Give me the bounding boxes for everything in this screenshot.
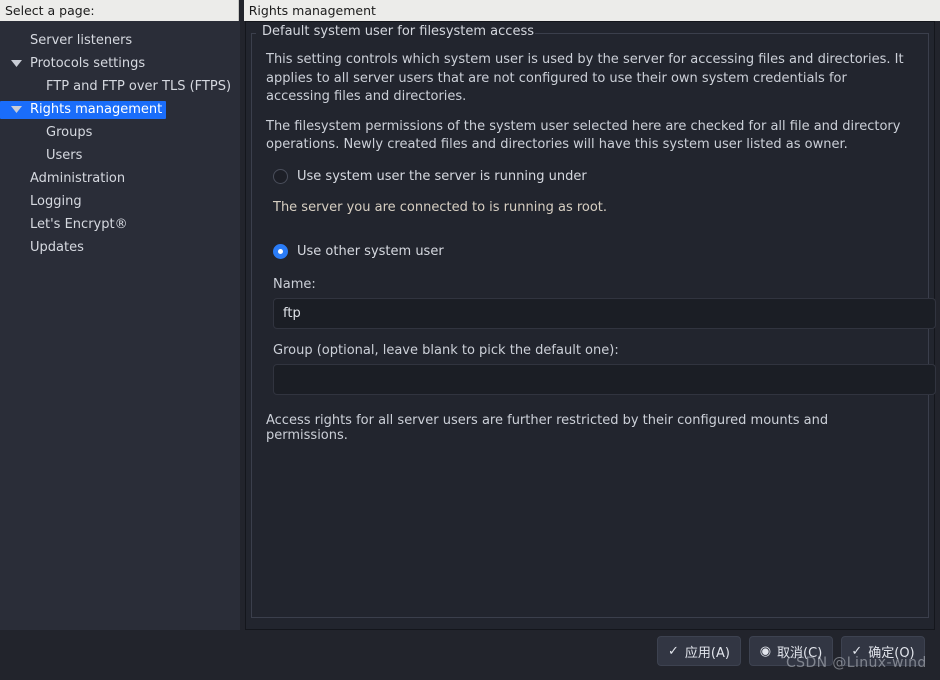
tree-item-protocols-settings[interactable]: Protocols settings xyxy=(0,52,240,75)
tree-item-ftp-and-ftps[interactable]: FTP and FTP over TLS (FTPS) xyxy=(0,75,240,98)
page-tree[interactable]: Server listeners Protocols settings FTP … xyxy=(0,21,240,630)
cancel-button[interactable]: ◉ 取消(C) xyxy=(749,636,833,666)
radio-use-running-user[interactable]: Use system user the server is running un… xyxy=(273,166,914,188)
tree-item-label: Rights management xyxy=(0,101,166,119)
settings-page: Default system user for filesystem acces… xyxy=(245,21,935,630)
apply-button-label: 应用(A) xyxy=(685,642,730,661)
tree-item-label: Let's Encrypt® xyxy=(0,216,132,234)
chevron-down-icon[interactable] xyxy=(9,98,23,121)
cancel-circle-icon: ◉ xyxy=(760,645,771,658)
default-system-user-groupbox: Default system user for filesystem acces… xyxy=(251,33,929,618)
name-input[interactable]: ftp xyxy=(273,298,936,329)
group-input[interactable] xyxy=(273,364,936,395)
group-field-label: Group (optional, leave blank to pick the… xyxy=(273,343,914,358)
radio-label: Use system user the server is running un… xyxy=(297,169,587,184)
root-warning-text: The server you are connected to is runni… xyxy=(273,200,914,215)
check-icon: ✓ xyxy=(668,645,679,658)
dialog-button-bar: ✓ 应用(A) ◉ 取消(C) ✓ 确定(O) xyxy=(0,630,940,680)
header-bar: Select a page: Rights management xyxy=(0,0,940,21)
tree-item-updates[interactable]: Updates xyxy=(0,236,240,259)
groupbox-title: Default system user for filesystem acces… xyxy=(259,24,537,39)
tree-item-label: Server listeners xyxy=(0,32,136,50)
tree-item-groups[interactable]: Groups xyxy=(0,121,240,144)
tree-item-logging[interactable]: Logging xyxy=(0,190,240,213)
radio-use-other-user[interactable]: Use other system user xyxy=(273,241,914,263)
name-field-label: Name: xyxy=(273,277,914,292)
tree-item-label: Administration xyxy=(0,170,129,188)
radio-button-unselected-icon[interactable] xyxy=(273,169,288,184)
tree-item-label: Updates xyxy=(0,239,88,257)
description-paragraph-1: This setting controls which system user … xyxy=(266,51,914,107)
tree-item-lets-encrypt[interactable]: Let's Encrypt® xyxy=(0,213,240,236)
description-paragraph-2: The filesystem permissions of the system… xyxy=(266,118,914,155)
ok-button[interactable]: ✓ 确定(O) xyxy=(841,636,925,666)
tree-item-label: Groups xyxy=(0,124,96,142)
cancel-button-label: 取消(C) xyxy=(777,642,822,661)
tree-item-administration[interactable]: Administration xyxy=(0,167,240,190)
tree-item-users[interactable]: Users xyxy=(0,144,240,167)
access-rights-footnote: Access rights for all server users are f… xyxy=(266,413,914,443)
left-panel-header: Select a page: xyxy=(0,0,239,21)
tree-item-label: Logging xyxy=(0,193,86,211)
tree-item-label: FTP and FTP over TLS (FTPS) xyxy=(0,78,235,96)
right-panel-header: Rights management xyxy=(244,0,940,21)
preferences-dialog: Select a page: Rights management Server … xyxy=(0,0,940,680)
tree-item-server-listeners[interactable]: Server listeners xyxy=(0,29,240,52)
apply-button[interactable]: ✓ 应用(A) xyxy=(657,636,741,666)
check-icon: ✓ xyxy=(851,645,862,658)
chevron-down-icon[interactable] xyxy=(9,52,23,75)
radio-label: Use other system user xyxy=(297,244,444,259)
tree-item-label: Users xyxy=(0,147,86,165)
radio-button-selected-icon[interactable] xyxy=(273,244,288,259)
tree-item-rights-management[interactable]: Rights management xyxy=(0,98,240,121)
ok-button-label: 确定(O) xyxy=(868,642,914,661)
